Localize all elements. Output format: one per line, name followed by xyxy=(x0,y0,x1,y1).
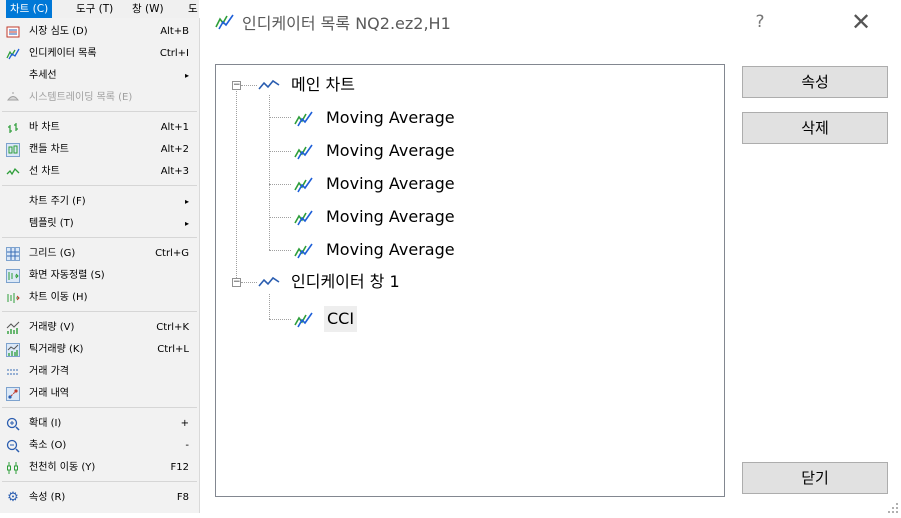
chart-shift-icon xyxy=(6,291,20,305)
step-icon xyxy=(6,461,20,475)
help-button[interactable]: ? xyxy=(748,9,772,35)
tree-expander-window1[interactable]: − xyxy=(232,278,241,287)
menu-separator xyxy=(2,111,197,112)
menu-separator xyxy=(2,481,197,482)
market-depth-icon xyxy=(6,25,20,39)
menu-item-properties[interactable]: ⚙ 속성 (R) F8 xyxy=(0,487,199,509)
grid-icon xyxy=(6,247,20,261)
tree-connector xyxy=(269,95,270,250)
tree-connector xyxy=(241,85,257,86)
trade-history-icon xyxy=(6,387,20,401)
volume-icon xyxy=(6,321,20,335)
delete-button[interactable]: 삭제 xyxy=(742,112,888,144)
candle-chart-icon xyxy=(6,143,20,157)
tree-connector xyxy=(269,319,291,320)
gear-icon: ⚙ xyxy=(7,490,19,505)
indicator-list-dialog: 인디케이터 목록 NQ2.ez2,H1 ? ✕ − 메인 차트 Moving A… xyxy=(200,0,901,513)
chart-context-menu: 시장 심도 (D) Alt+B 인디케이터 목록 Ctrl+I 추세선 ▸ 시스… xyxy=(0,18,200,513)
indicator-icon xyxy=(294,242,316,268)
tree-connector xyxy=(269,184,291,185)
submenu-arrow-icon: ▸ xyxy=(184,219,189,228)
tree-connector xyxy=(241,282,257,283)
tree-connector xyxy=(269,217,291,218)
close-button[interactable]: 닫기 xyxy=(742,462,888,494)
trade-price-icon xyxy=(6,365,20,379)
menu-item-system-trading: 시스템트레이딩 목록 (E) xyxy=(0,87,199,109)
menu-item-market-depth[interactable]: 시장 심도 (D) Alt+B xyxy=(0,21,199,43)
menubar-tools[interactable]: 도구 (T) xyxy=(72,0,117,18)
menu-item-trade-price[interactable]: 거래 가격 xyxy=(0,361,199,383)
tick-volume-icon xyxy=(6,343,20,357)
tree-connector xyxy=(269,250,291,251)
resize-grip-icon[interactable] xyxy=(887,499,899,513)
indicator-icon xyxy=(6,47,20,61)
close-icon[interactable]: ✕ xyxy=(847,8,875,36)
menu-bar: 차트 (C) 도구 (T) 창 (W) 도 xyxy=(0,0,199,18)
zoom-in-icon xyxy=(6,417,20,431)
menubar-window[interactable]: 창 (W) xyxy=(128,0,168,18)
auto-scroll-icon xyxy=(6,269,20,283)
menu-item-chart-period[interactable]: 차트 주기 (F) ▸ xyxy=(0,191,199,213)
line-chart-icon xyxy=(258,273,280,299)
dialog-title: 인디케이터 목록 NQ2.ez2,H1 xyxy=(242,14,451,33)
bar-chart-icon xyxy=(6,121,20,135)
line-chart-icon xyxy=(258,76,280,102)
menubar-help[interactable]: 도 xyxy=(184,0,199,18)
menubar-chart[interactable]: 차트 (C) xyxy=(6,0,53,18)
menu-item-template[interactable]: 템플릿 (T) ▸ xyxy=(0,213,199,235)
menu-item-volume[interactable]: 거래량 (V) Ctrl+K xyxy=(0,317,199,339)
menu-separator xyxy=(2,237,197,238)
submenu-arrow-icon: ▸ xyxy=(184,71,189,80)
menu-item-trade-history[interactable]: 거래 내역 xyxy=(0,383,199,405)
indicator-tree[interactable]: − 메인 차트 Moving Average Moving Average Mo… xyxy=(215,64,725,497)
tree-connector xyxy=(269,151,291,152)
menu-item-candle-chart[interactable]: 캔들 차트 Alt+2 xyxy=(0,139,199,161)
menu-item-zoom-in[interactable]: 확대 (I) + xyxy=(0,413,199,435)
indicator-icon xyxy=(294,143,316,169)
indicator-icon xyxy=(294,110,316,136)
menu-item-chart-shift[interactable]: 차트 이동 (H) xyxy=(0,287,199,309)
menu-separator xyxy=(2,185,197,186)
indicator-icon xyxy=(294,311,316,337)
tree-connector xyxy=(236,84,237,282)
robot-icon xyxy=(6,91,20,105)
menu-item-trendline[interactable]: 추세선 ▸ xyxy=(0,65,199,87)
menu-item-bar-chart[interactable]: 바 차트 Alt+1 xyxy=(0,117,199,139)
line-chart-icon xyxy=(6,165,20,179)
tree-expander-main[interactable]: − xyxy=(232,81,241,90)
menu-separator xyxy=(2,311,197,312)
menu-item-tick-volume[interactable]: 틱거래량 (K) Ctrl+L xyxy=(0,339,199,361)
indicator-icon xyxy=(294,209,316,235)
menu-item-line-chart[interactable]: 선 차트 Alt+3 xyxy=(0,161,199,183)
menu-item-grid[interactable]: 그리드 (G) Ctrl+G xyxy=(0,243,199,265)
properties-button[interactable]: 속성 xyxy=(742,66,888,98)
menu-item-auto-scroll[interactable]: 화면 자동정렬 (S) xyxy=(0,265,199,287)
menu-separator xyxy=(2,407,197,408)
indicator-icon xyxy=(294,176,316,202)
submenu-arrow-icon: ▸ xyxy=(184,197,189,206)
zoom-out-icon xyxy=(6,439,20,453)
tree-connector xyxy=(269,117,291,118)
menu-item-indicator-list[interactable]: 인디케이터 목록 Ctrl+I xyxy=(0,43,199,65)
menu-item-zoom-out[interactable]: 축소 (O) - xyxy=(0,435,199,457)
menu-item-step[interactable]: 천천히 이동 (Y) F12 xyxy=(0,457,199,479)
indicator-icon xyxy=(214,12,236,32)
